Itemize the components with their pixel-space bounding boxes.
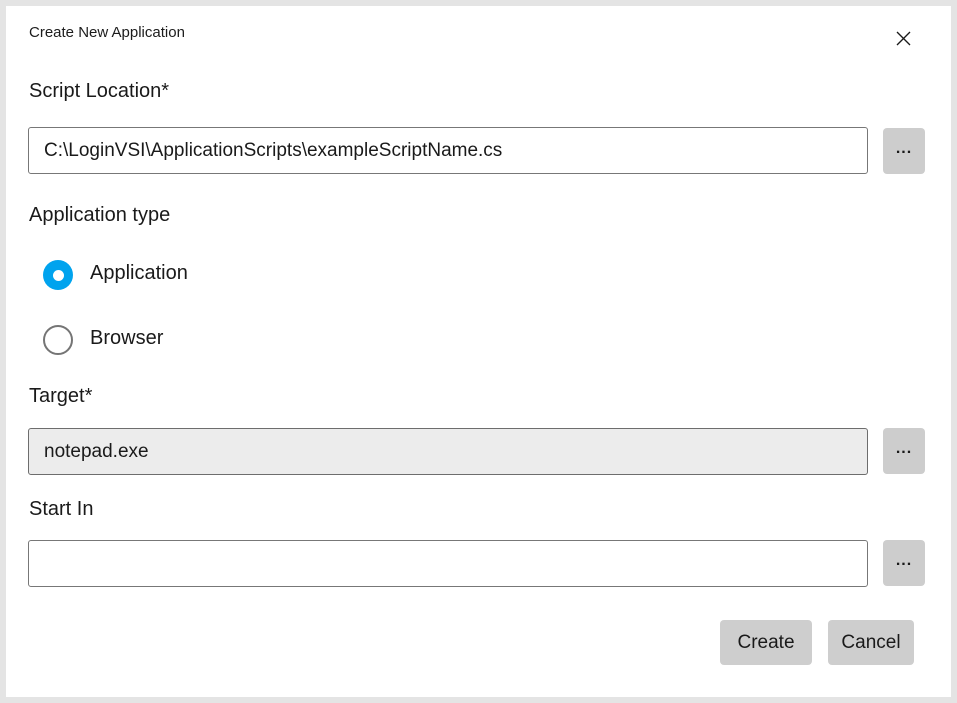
radio-browser[interactable] (43, 325, 73, 355)
start-in-label: Start In (29, 498, 93, 521)
radio-browser-label[interactable]: Browser (90, 327, 163, 350)
target-input (28, 428, 868, 475)
script-location-browse-button[interactable]: ... (883, 128, 925, 174)
script-location-label: Script Location* (29, 80, 169, 103)
radio-application[interactable] (43, 260, 73, 290)
script-location-input[interactable] (28, 127, 868, 174)
application-type-label: Application type (29, 204, 170, 227)
create-button[interactable]: Create (720, 620, 812, 665)
create-new-application-dialog: Create New Application Script Location* … (0, 0, 957, 703)
target-label: Target* (29, 385, 92, 408)
target-browse-button[interactable]: ... (883, 428, 925, 474)
cancel-button[interactable]: Cancel (828, 620, 914, 665)
start-in-input[interactable] (28, 540, 868, 587)
dialog-title: Create New Application (29, 24, 185, 41)
radio-selected-dot-icon (53, 270, 64, 281)
close-icon (896, 31, 911, 49)
start-in-browse-button[interactable]: ... (883, 540, 925, 586)
radio-application-label[interactable]: Application (90, 262, 188, 285)
close-button[interactable] (884, 21, 922, 59)
